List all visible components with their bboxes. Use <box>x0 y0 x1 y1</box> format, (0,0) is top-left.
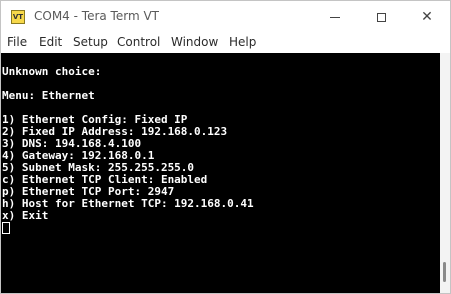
menu-file[interactable]: File <box>7 35 27 49</box>
menu-help[interactable]: Help <box>229 35 256 49</box>
menu-setup[interactable]: Setup <box>73 35 108 49</box>
minimize-icon <box>330 16 340 18</box>
minimize-button[interactable] <box>312 1 358 33</box>
title-bar[interactable]: VT COM4 - Tera Term VT ✕ <box>1 1 450 33</box>
text-cursor <box>2 222 10 234</box>
tera-term-app-icon: VT <box>11 10 25 24</box>
menu-bar: File Edit Setup Control Window Help <box>1 33 450 53</box>
menu-control[interactable]: Control <box>117 35 160 49</box>
terminal-line: x) Exit <box>2 209 49 222</box>
terminal-screen[interactable]: Unknown choice: Menu: Ethernet 1) Ethern… <box>1 53 440 293</box>
maximize-button[interactable] <box>358 1 404 33</box>
close-button[interactable]: ✕ <box>404 1 450 33</box>
maximize-icon <box>376 12 386 22</box>
scrollbar-thumb[interactable] <box>443 262 446 282</box>
terminal-line: Menu: Ethernet <box>2 89 95 102</box>
tera-term-window: VT COM4 - Tera Term VT ✕ File Edit Setup… <box>0 0 451 294</box>
close-icon: ✕ <box>421 9 433 25</box>
menu-edit[interactable]: Edit <box>39 35 62 49</box>
vertical-scrollbar[interactable] <box>440 53 450 293</box>
menu-window[interactable]: Window <box>171 35 218 49</box>
window-title: COM4 - Tera Term VT <box>34 9 159 23</box>
terminal-line: Unknown choice: <box>2 65 102 78</box>
